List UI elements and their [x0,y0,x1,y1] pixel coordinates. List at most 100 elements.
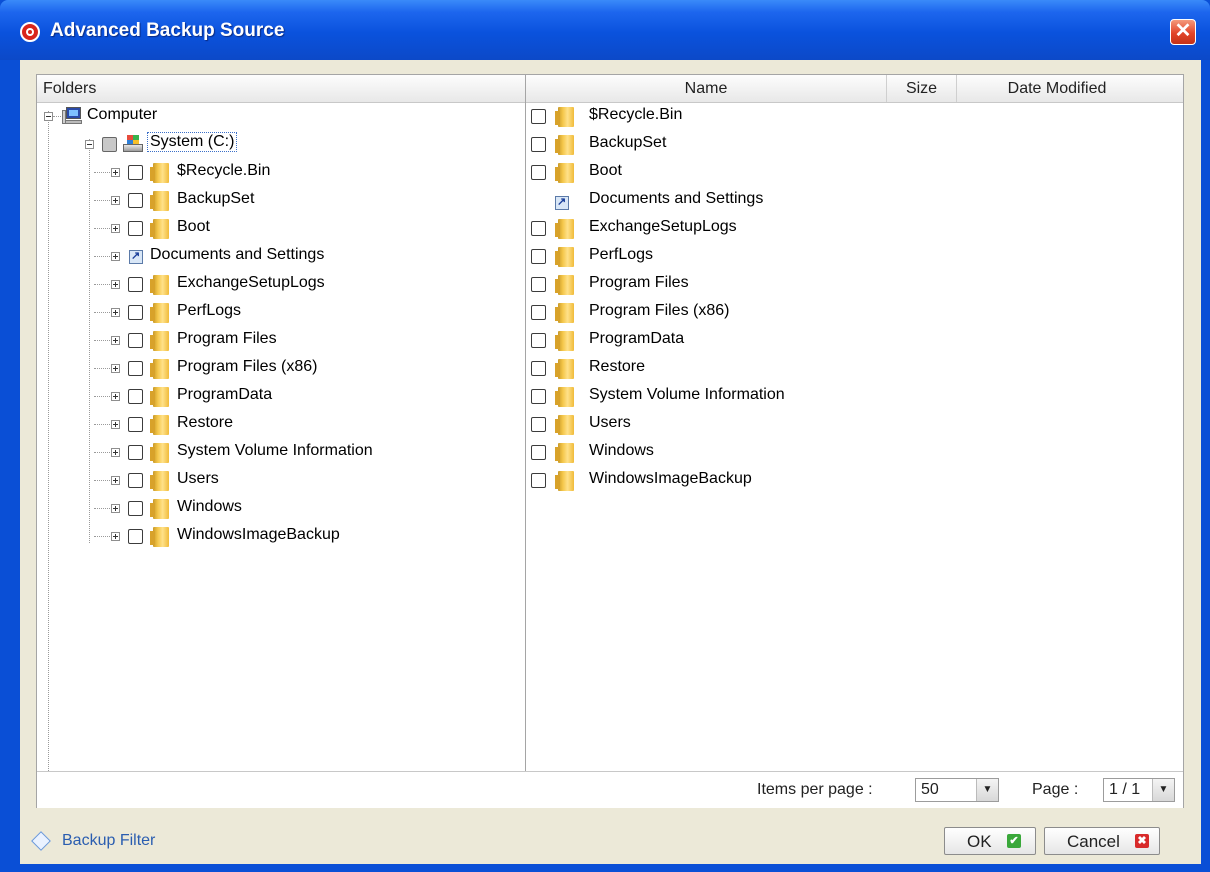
folder-checkbox[interactable] [128,473,143,488]
folder-checkbox[interactable] [531,333,546,348]
list-item[interactable]: Windows [526,439,1166,467]
cancel-button[interactable]: Cancel ✖ [1044,827,1160,855]
folder-tree[interactable]: Computer System (C:) $Recycle.Bin BackupS… [37,103,525,771]
list-item-name: Program Files (x86) [589,302,730,319]
tree-node-boot[interactable]: Boot [37,215,517,243]
folder-checkbox[interactable] [531,473,546,488]
folder-icon [555,471,574,491]
drive-checkbox[interactable] [102,137,117,152]
chevron-down-icon[interactable]: ▼ [976,779,998,801]
expand-icon[interactable] [111,280,120,289]
folder-checkbox[interactable] [128,529,143,544]
folder-checkbox[interactable] [531,109,546,124]
folder-checkbox[interactable] [128,165,143,180]
expand-icon[interactable] [111,196,120,205]
folder-checkbox[interactable] [531,137,546,152]
tree-node-users[interactable]: Users [37,467,517,495]
filter-icon [32,834,50,848]
expand-icon[interactable] [111,532,120,541]
tree-node-drive-c[interactable]: System (C:) [37,131,517,159]
close-button[interactable]: ✕ [1170,19,1196,45]
folder-checkbox[interactable] [531,417,546,432]
folder-checkbox[interactable] [531,389,546,404]
tree-node-programdata[interactable]: ProgramData [37,383,517,411]
tree-node-label: Program Files [177,330,277,347]
tree-node-backupset[interactable]: BackupSet [37,187,517,215]
tree-node-label: Users [177,470,219,487]
folder-checkbox[interactable] [128,277,143,292]
expand-icon[interactable] [111,504,120,513]
tree-node-windowsimagebackup[interactable]: WindowsImageBackup [37,523,517,551]
items-per-page-select[interactable]: 50 ▼ [915,778,999,802]
folder-icon [150,499,169,519]
folder-icon [150,163,169,183]
folder-checkbox[interactable] [531,249,546,264]
list-item[interactable]: Boot [526,159,1166,187]
tree-node-windows[interactable]: Windows [37,495,517,523]
list-item[interactable]: Program Files (x86) [526,299,1166,327]
folder-checkbox[interactable] [128,389,143,404]
list-item[interactable]: System Volume Information [526,383,1166,411]
column-header-date-modified[interactable]: Date Modified [957,75,1157,102]
list-item[interactable]: Users [526,411,1166,439]
folder-checkbox[interactable] [128,361,143,376]
collapse-icon[interactable] [44,112,53,121]
backup-filter-link[interactable]: Backup Filter [32,832,155,850]
file-list[interactable]: $Recycle.Bin BackupSet Boot Documents and S… [526,103,1183,771]
folder-checkbox[interactable] [531,445,546,460]
tree-node-computer[interactable]: Computer [37,103,517,131]
tree-node-label: WindowsImageBackup [177,526,340,543]
chevron-down-icon[interactable]: ▼ [1152,779,1174,801]
folder-checkbox[interactable] [128,193,143,208]
tree-node-recycle-bin[interactable]: $Recycle.Bin [37,159,517,187]
column-header-size[interactable]: Size [887,75,957,102]
list-item[interactable]: $Recycle.Bin [526,103,1166,131]
tree-connector [94,480,110,481]
ok-button[interactable]: OK ✔ [944,827,1036,855]
browser-panel: Folders Computer System (C:) $Recycle.Bi… [36,74,1184,808]
folder-checkbox[interactable] [128,305,143,320]
tree-node-program-files[interactable]: Program Files [37,327,517,355]
expand-icon[interactable] [111,476,120,485]
list-item[interactable]: Program Files [526,271,1166,299]
tree-node-exchangesetuplogs[interactable]: ExchangeSetupLogs [37,271,517,299]
folder-checkbox[interactable] [128,445,143,460]
tree-node-documents-and-settings[interactable]: Documents and Settings [37,243,517,271]
title-bar[interactable]: Advanced Backup Source ✕ [0,0,1210,60]
page-select[interactable]: 1 / 1 ▼ [1103,778,1175,802]
expand-icon[interactable] [111,308,120,317]
list-item[interactable]: Restore [526,355,1166,383]
expand-icon[interactable] [111,168,120,177]
folder-checkbox[interactable] [531,361,546,376]
list-item[interactable]: Documents and Settings [526,187,1166,215]
page-label: Page : [1032,781,1079,798]
dialog-window: Advanced Backup Source ✕ Folders Compute… [0,0,1210,872]
folder-checkbox[interactable] [531,221,546,236]
list-item-name: WindowsImageBackup [589,470,752,487]
expand-icon[interactable] [111,364,120,373]
list-item[interactable]: PerfLogs [526,243,1166,271]
expand-icon[interactable] [111,252,120,261]
tree-node-program-files-x86[interactable]: Program Files (x86) [37,355,517,383]
list-item[interactable]: ProgramData [526,327,1166,355]
expand-icon[interactable] [111,336,120,345]
folder-checkbox[interactable] [531,165,546,180]
expand-icon[interactable] [111,224,120,233]
expand-icon[interactable] [111,392,120,401]
list-item[interactable]: WindowsImageBackup [526,467,1166,495]
expand-icon[interactable] [111,448,120,457]
column-header-name[interactable]: Name [526,75,887,102]
folder-checkbox[interactable] [128,221,143,236]
folder-checkbox[interactable] [128,501,143,516]
folder-checkbox[interactable] [128,417,143,432]
list-item[interactable]: ExchangeSetupLogs [526,215,1166,243]
list-item[interactable]: BackupSet [526,131,1166,159]
folder-checkbox[interactable] [128,333,143,348]
expand-icon[interactable] [111,420,120,429]
folder-checkbox[interactable] [531,305,546,320]
collapse-icon[interactable] [85,140,94,149]
tree-node-restore[interactable]: Restore [37,411,517,439]
tree-node-perflogs[interactable]: PerfLogs [37,299,517,327]
tree-node-system-volume-information[interactable]: System Volume Information [37,439,517,467]
folder-checkbox[interactable] [531,277,546,292]
